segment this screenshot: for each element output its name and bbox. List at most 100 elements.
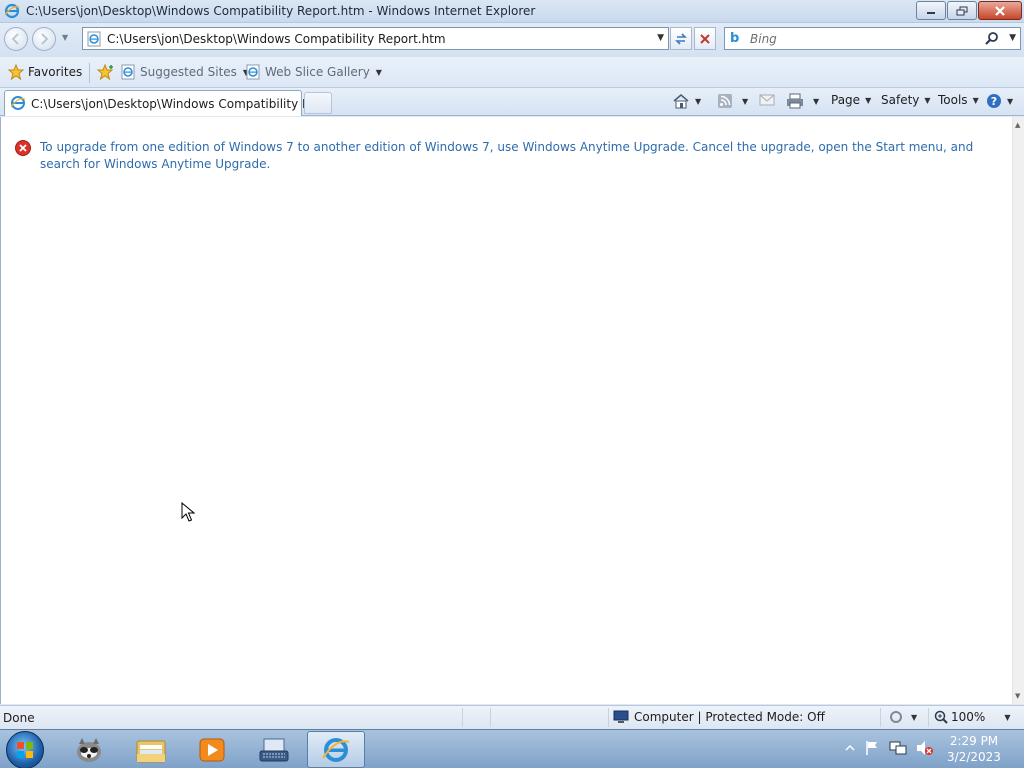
- error-icon: [15, 140, 31, 159]
- chevron-down-icon: ▼: [1004, 712, 1011, 722]
- title-bar: C:\Users\jon\Desktop\Windows Compatibili…: [0, 0, 1024, 23]
- internet-explorer-icon: [322, 737, 350, 762]
- svg-text:?: ?: [991, 95, 997, 108]
- safety-menu[interactable]: Safety ▼: [881, 93, 931, 107]
- bing-icon: b: [730, 31, 740, 46]
- back-arrow-icon: [11, 33, 19, 45]
- ie-tab-icon: [10, 95, 26, 114]
- restore-icon: [956, 6, 968, 15]
- feeds-button[interactable]: ▼: [717, 93, 748, 109]
- back-button[interactable]: [4, 27, 28, 51]
- window-title: C:\Users\jon\Desktop\Windows Compatibili…: [26, 4, 536, 18]
- scroll-down-icon[interactable]: ▼: [1015, 692, 1020, 700]
- clock[interactable]: 2:29 PM 3/2/2023: [944, 733, 1004, 765]
- chevron-down-icon: ▼: [972, 95, 979, 105]
- read-mail-button[interactable]: [759, 93, 775, 107]
- vertical-scrollbar[interactable]: ▲ ▼: [1012, 117, 1024, 704]
- chevron-down-icon[interactable]: ▼: [813, 97, 819, 106]
- status-options-icon: [890, 711, 902, 723]
- page-content: To upgrade from one edition of Windows 7…: [0, 117, 1024, 704]
- windows-logo-icon: [17, 742, 33, 758]
- taskbar-media-player[interactable]: [183, 731, 241, 768]
- zoom-icon: [934, 710, 948, 724]
- system-tray: [845, 740, 934, 756]
- search-placeholder[interactable]: Bing: [750, 32, 777, 46]
- address-dropdown-icon[interactable]: ▼: [657, 33, 664, 43]
- computer-zone-icon: [613, 710, 629, 723]
- message-text: To upgrade from one edition of Windows 7…: [40, 140, 974, 171]
- minimize-icon: [927, 11, 935, 14]
- show-hidden-icons-icon[interactable]: [845, 743, 855, 753]
- recent-pages-dropdown-icon[interactable]: ▼: [62, 33, 68, 42]
- volume-muted-icon[interactable]: [916, 740, 934, 756]
- search-icon[interactable]: [984, 31, 1000, 50]
- refresh-button[interactable]: [670, 27, 692, 50]
- clock-date: 3/2/2023: [947, 750, 1001, 764]
- zoom-text: 100%: [951, 710, 986, 724]
- add-to-favorites-bar-button[interactable]: [96, 64, 114, 80]
- folder-icon: [136, 740, 166, 762]
- web-slice-gallery-button[interactable]: Web Slice Gallery ▼: [245, 64, 382, 80]
- status-divider: [880, 708, 881, 727]
- address-text[interactable]: C:\Users\jon\Desktop\Windows Compatibili…: [107, 32, 446, 46]
- network-icon[interactable]: [889, 740, 907, 756]
- page-menu[interactable]: Page ▼: [831, 93, 871, 107]
- zone-text: Computer | Protected Mode: Off: [634, 710, 825, 724]
- tools-menu[interactable]: Tools ▼: [938, 93, 979, 107]
- restore-button[interactable]: [947, 1, 977, 20]
- help-menu[interactable]: ? ▼: [986, 93, 1013, 109]
- status-divider: [608, 708, 609, 727]
- tools-menu-label: Tools: [938, 93, 968, 107]
- taskbar-internet-explorer[interactable]: [307, 731, 365, 768]
- favorites-button[interactable]: Favorites: [8, 64, 82, 80]
- home-icon: [673, 94, 689, 109]
- stop-button[interactable]: [694, 27, 716, 50]
- chevron-down-icon: ▼: [911, 712, 918, 722]
- new-tab-button[interactable]: [304, 92, 332, 114]
- ie-page-icon: [246, 64, 260, 80]
- chevron-down-icon: ▼: [1007, 96, 1014, 106]
- print-button[interactable]: ▼: [786, 93, 819, 109]
- stop-icon: [700, 33, 710, 44]
- zoom-level-button[interactable]: 100% ▼: [934, 710, 1010, 724]
- ie-page-icon: [121, 64, 135, 80]
- start-button[interactable]: [6, 731, 44, 768]
- chevron-down-icon[interactable]: ▼: [695, 97, 701, 106]
- favorites-label: Favorites: [28, 65, 83, 79]
- minimize-button[interactable]: [916, 1, 946, 20]
- command-bar: C:\Users\jon\Desktop\Windows Compatibili…: [0, 88, 1024, 116]
- raccoon-app-icon: [77, 737, 101, 762]
- chevron-down-icon: ▼: [375, 67, 382, 77]
- close-button[interactable]: [978, 1, 1022, 20]
- change-status-bar-button[interactable]: ▼: [888, 709, 917, 725]
- search-options-dropdown-icon[interactable]: ▼: [1009, 33, 1016, 43]
- suggested-sites-label: Suggested Sites: [140, 65, 237, 79]
- suggested-sites-button[interactable]: Suggested Sites ▼: [120, 64, 249, 80]
- status-divider: [462, 708, 463, 727]
- safety-menu-label: Safety: [881, 93, 920, 107]
- media-player-icon: [199, 738, 225, 761]
- chevron-down-icon: ▼: [924, 95, 931, 105]
- close-icon: [995, 5, 1005, 16]
- taskbar-keyboard-app[interactable]: [245, 731, 303, 768]
- keyboard-icon: [259, 738, 289, 761]
- tab-title: C:\Users\jon\Desktop\Windows Compatibili…: [31, 97, 329, 111]
- status-text: Done: [3, 711, 35, 725]
- address-bar[interactable]: C:\Users\jon\Desktop\Windows Compatibili…: [82, 27, 669, 50]
- forward-button[interactable]: [32, 27, 56, 51]
- home-button[interactable]: ▼: [672, 93, 701, 109]
- tab-active[interactable]: C:\Users\jon\Desktop\Windows Compatibili…: [4, 90, 329, 116]
- action-center-flag-icon[interactable]: [864, 740, 880, 756]
- scroll-up-icon[interactable]: ▲: [1015, 121, 1020, 129]
- security-zone[interactable]: Computer | Protected Mode: Off: [613, 710, 825, 724]
- status-bar: Done Computer | Protected Mode: Off ▼ 10…: [0, 705, 1024, 729]
- search-box[interactable]: b Bing ▼: [724, 27, 1021, 50]
- taskbar-app-raccoon[interactable]: [60, 731, 118, 768]
- page-menu-label: Page: [831, 93, 861, 107]
- star-icon: [8, 64, 24, 80]
- chevron-down-icon[interactable]: ▼: [742, 97, 748, 106]
- taskbar-windows-explorer[interactable]: [122, 731, 180, 768]
- refresh-icon: [675, 32, 687, 45]
- clock-time: 2:29 PM: [949, 734, 999, 748]
- forward-arrow-icon: [41, 33, 49, 45]
